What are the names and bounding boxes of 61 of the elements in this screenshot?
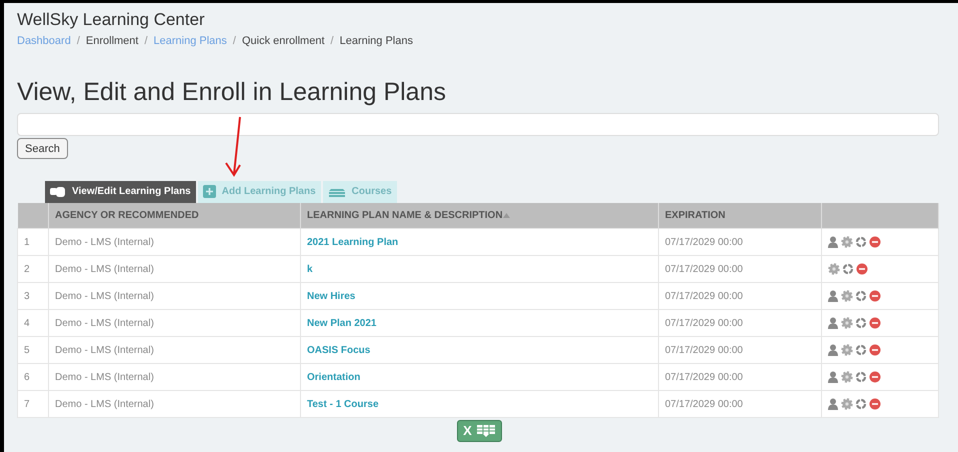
expiration-cell: 07/17/2029 00:00 bbox=[658, 390, 822, 418]
plus-icon bbox=[202, 185, 216, 198]
expiration-cell: 07/17/2029 00:00 bbox=[658, 228, 822, 256]
gear-icon[interactable] bbox=[841, 344, 853, 356]
plan-link[interactable]: Test - 1 Course bbox=[307, 398, 378, 410]
plan-link[interactable]: OASIS Focus bbox=[307, 344, 370, 356]
plan-link[interactable]: k bbox=[307, 264, 313, 274]
agency-cell: Demo - LMS (Internal) bbox=[48, 390, 300, 418]
user-add-icon[interactable] bbox=[828, 344, 839, 356]
gear-icon[interactable] bbox=[841, 398, 853, 410]
breadcrumb-separator: / bbox=[330, 34, 334, 49]
gear-icon[interactable] bbox=[841, 371, 853, 383]
breadcrumb-link[interactable]: Dashboard bbox=[17, 33, 71, 50]
gear-icon[interactable] bbox=[841, 290, 853, 302]
recycle-icon[interactable] bbox=[855, 398, 867, 410]
plan-link[interactable]: New Hires bbox=[307, 290, 356, 302]
tab[interactable]: Courses bbox=[322, 180, 397, 202]
user-add-icon[interactable] bbox=[828, 317, 839, 329]
remove-icon[interactable] bbox=[869, 290, 881, 302]
recycle-icon[interactable] bbox=[855, 371, 867, 383]
breadcrumb-separator: / bbox=[232, 34, 236, 49]
breadcrumb-separator: / bbox=[144, 34, 148, 49]
user-add-icon[interactable] bbox=[828, 398, 839, 410]
remove-icon[interactable] bbox=[869, 398, 881, 410]
page-heading: View, Edit and Enroll in Learning Plans bbox=[17, 76, 447, 108]
chat-bubbles-icon bbox=[50, 186, 66, 198]
breadcrumb-link[interactable]: Learning Plans bbox=[154, 33, 227, 50]
row-number: 7 bbox=[18, 390, 48, 418]
recycle-icon[interactable] bbox=[842, 263, 854, 275]
gear-icon[interactable] bbox=[841, 236, 853, 248]
recycle-icon[interactable] bbox=[855, 236, 867, 248]
remove-icon[interactable] bbox=[856, 263, 868, 275]
gear-icon[interactable] bbox=[828, 263, 840, 275]
breadcrumb-text: Enrollment bbox=[86, 34, 138, 49]
remove-icon[interactable] bbox=[869, 344, 881, 356]
breadcrumb-text: Quick enrollment bbox=[242, 34, 325, 49]
tab[interactable]: Add Learning Plans bbox=[198, 180, 321, 202]
gear-icon[interactable] bbox=[841, 317, 853, 329]
app-title: WellSky Learning Center bbox=[17, 10, 206, 30]
recycle-icon[interactable] bbox=[855, 317, 867, 329]
export-excel-button[interactable]: X bbox=[457, 420, 502, 442]
breadcrumb-separator: / bbox=[76, 34, 80, 49]
row-number: 1 bbox=[18, 228, 48, 256]
remove-icon[interactable] bbox=[869, 317, 881, 329]
user-add-icon[interactable] bbox=[828, 236, 839, 248]
stack-icon bbox=[328, 186, 346, 196]
user-add-icon[interactable] bbox=[828, 290, 839, 302]
agency-cell: Demo - LMS (Internal) bbox=[48, 228, 300, 256]
breadcrumb-text: Learning Plans bbox=[340, 34, 413, 49]
remove-icon[interactable] bbox=[869, 236, 881, 248]
remove-icon[interactable] bbox=[869, 371, 881, 383]
search-field[interactable] bbox=[17, 112, 939, 136]
tab[interactable]: View/Edit Learning Plans bbox=[45, 180, 196, 202]
search-button[interactable]: Search bbox=[17, 138, 68, 160]
plan-link[interactable]: New Plan 2021 bbox=[307, 318, 376, 328]
recycle-icon[interactable] bbox=[855, 344, 867, 356]
plan-link[interactable]: 2021 Learning Plan bbox=[307, 236, 398, 248]
plan-link[interactable]: Orientation bbox=[307, 372, 360, 382]
recycle-icon[interactable] bbox=[855, 290, 867, 302]
table-icon bbox=[476, 424, 496, 438]
user-add-icon[interactable] bbox=[828, 371, 839, 383]
